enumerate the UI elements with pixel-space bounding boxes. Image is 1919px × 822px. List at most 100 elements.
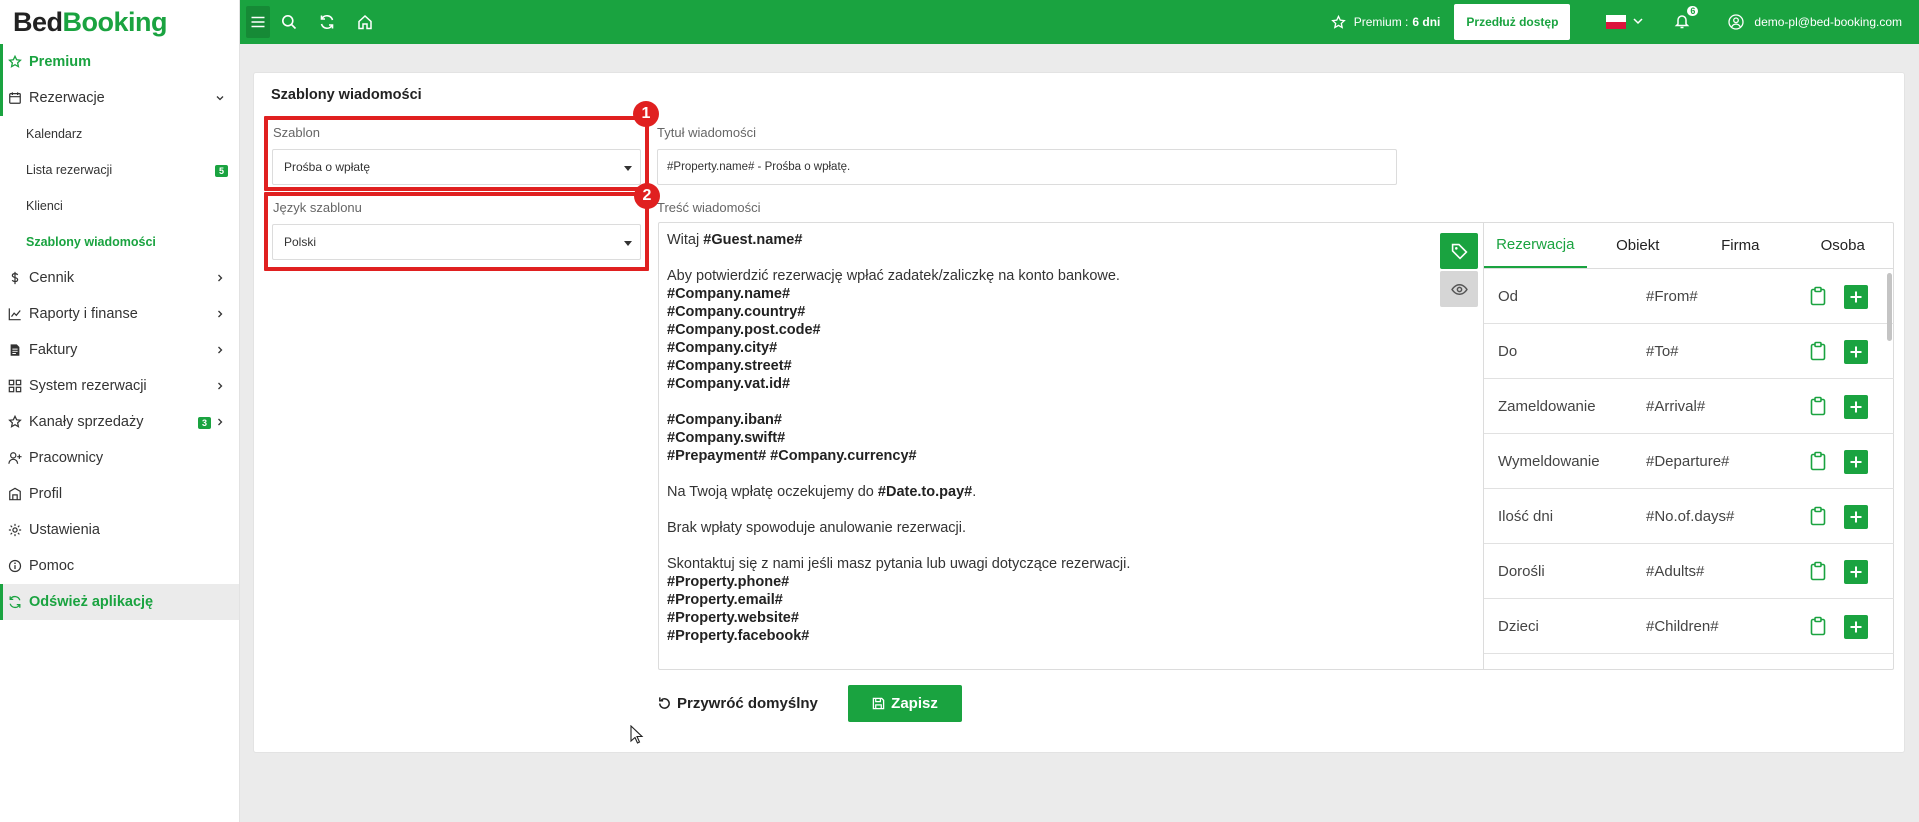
- insert-variable-plus-button[interactable]: [1844, 395, 1868, 419]
- notifications-button[interactable]: 6: [1674, 5, 1699, 32]
- notifications-count-badge: 6: [1687, 5, 1699, 16]
- clipboard-icon[interactable]: [1809, 616, 1827, 636]
- search-icon: [282, 15, 297, 30]
- info-icon: [8, 559, 22, 573]
- search-button[interactable]: [270, 0, 308, 44]
- variable-name: Wymeldowanie: [1498, 452, 1600, 470]
- sidebar-item-label: Premium: [29, 54, 92, 70]
- greeting-text: Witaj: [667, 232, 704, 248]
- refresh-icon: [320, 14, 334, 30]
- clipboard-icon[interactable]: [1809, 561, 1827, 581]
- sidebar-item-help[interactable]: Pomoc: [0, 548, 239, 584]
- message-body-textarea[interactable]: Witaj #Guest.name# Aby potwierdzić rezer…: [667, 231, 1307, 663]
- company-block: Aby potwierdzić rezerwację wpłać zadatek…: [667, 267, 1307, 393]
- sidebar-subitem-message-templates[interactable]: Szablony wiadomości: [0, 224, 239, 260]
- preview-button[interactable]: [1440, 271, 1478, 307]
- variable-token: #Company.iban#: [667, 412, 782, 428]
- sidebar-subitem-label: Szablony wiadomości: [26, 235, 156, 249]
- pay-info-text: Aby potwierdzić rezerwację wpłać zadatek…: [667, 268, 1120, 284]
- variable-row: Od #From#: [1484, 269, 1894, 324]
- tab-property[interactable]: Obiekt: [1587, 223, 1690, 268]
- clipboard-icon[interactable]: [1809, 341, 1827, 361]
- sidebar-item-profile[interactable]: Profil: [0, 476, 239, 512]
- count-badge: 3: [197, 417, 211, 429]
- sidebar-item-reservations[interactable]: Rezerwacje: [0, 80, 239, 116]
- clipboard-icon[interactable]: [1809, 396, 1827, 416]
- home-button[interactable]: [346, 0, 384, 44]
- variable-code: #Children#: [1646, 617, 1719, 635]
- sidebar-item-reports[interactable]: Raporty i finanse: [0, 296, 239, 332]
- insert-variable-plus-button[interactable]: [1844, 505, 1868, 529]
- insert-variable-plus-button[interactable]: [1844, 285, 1868, 309]
- subject-input[interactable]: #Property.name# - Prośba o wpłatę.: [657, 149, 1397, 185]
- variable-name: Ilość dni: [1498, 507, 1554, 525]
- extend-access-button[interactable]: Przedłuż dostęp: [1454, 4, 1571, 40]
- sidebar-item-label: Raporty i finanse: [29, 306, 138, 322]
- hamburger-icon: [251, 16, 265, 28]
- insert-variable-plus-button[interactable]: [1844, 340, 1868, 364]
- star-icon: [8, 415, 22, 429]
- sidebar-item-label: Pomoc: [29, 558, 75, 574]
- building-icon: [8, 487, 22, 501]
- variable-token: #Property.phone#: [667, 574, 790, 590]
- sidebar-item-settings[interactable]: Ustawienia: [0, 512, 239, 548]
- insert-variable-plus-button[interactable]: [1844, 560, 1868, 584]
- variable-code: #To#: [1646, 342, 1679, 360]
- subject-label: Tytuł wiadomości: [657, 125, 756, 140]
- tag-icon: [1451, 243, 1468, 260]
- variable-name: Od: [1498, 287, 1519, 305]
- sidebar-item-refresh-app[interactable]: Odśwież aplikację: [0, 584, 239, 620]
- user-menu[interactable]: demo-pl@bed-booking.com: [1728, 14, 1902, 30]
- variable-token: #Company.name#: [667, 286, 791, 302]
- floppy-disk-icon: [872, 697, 885, 710]
- tab-reservation[interactable]: Rezerwacja: [1484, 223, 1587, 268]
- insert-variable-plus-button[interactable]: [1844, 450, 1868, 474]
- sidebar-item-label: Kanały sprzedaży: [29, 414, 144, 430]
- restore-default-button[interactable]: Przywróć domyślny: [657, 685, 818, 721]
- variable-token: #Company.swift#: [667, 430, 786, 446]
- variable-token: #Property.facebook#: [667, 628, 810, 644]
- tab-person[interactable]: Osoba: [1792, 223, 1895, 268]
- logo[interactable]: Bed Booking: [0, 0, 239, 44]
- clipboard-icon[interactable]: [1809, 451, 1827, 471]
- premium-label: Premium :: [1353, 15, 1409, 29]
- variable-name: Dorośli: [1498, 562, 1545, 580]
- variable-token: #Company.vat.id#: [667, 376, 791, 392]
- undo-icon: [659, 696, 670, 709]
- insert-variable-plus-button[interactable]: [1844, 615, 1868, 639]
- chevron-down-icon: [1632, 15, 1644, 30]
- language-selector[interactable]: [1606, 15, 1644, 30]
- chart-line-icon: [8, 307, 22, 321]
- insert-variable-button[interactable]: [1440, 233, 1478, 269]
- variable-token: #Company.currency#: [770, 448, 917, 464]
- tab-company[interactable]: Firma: [1689, 223, 1792, 268]
- sidebar-item-label: Cennik: [29, 270, 75, 286]
- sidebar-item-premium[interactable]: Premium: [0, 44, 239, 80]
- menu-toggle-button[interactable]: [246, 6, 270, 38]
- variable-code: #Arrival#: [1646, 397, 1706, 415]
- save-button[interactable]: Zapisz: [848, 685, 962, 722]
- clipboard-icon[interactable]: [1809, 506, 1827, 526]
- sidebar-item-employees[interactable]: Pracownicy: [0, 440, 239, 476]
- greeting-line: Witaj #Guest.name#: [667, 231, 1307, 249]
- variable-row: Dzieci #Children#: [1484, 599, 1894, 654]
- variables-scrollbar[interactable]: [1887, 269, 1892, 669]
- sidebar-subitem-reservation-list[interactable]: Lista rezerwacji 5: [0, 152, 239, 188]
- sidebar-subitem-calendar[interactable]: Kalendarz: [0, 116, 239, 152]
- variable-token: #Company.street#: [667, 358, 792, 374]
- scrollbar-thumb[interactable]: [1887, 273, 1892, 341]
- variable-row: Do #To#: [1484, 324, 1894, 379]
- sidebar-item-booking-system[interactable]: System rezerwacji: [0, 368, 239, 404]
- sidebar-item-label: Faktury: [29, 342, 78, 358]
- mouse-cursor-icon: [630, 725, 644, 744]
- sidebar-item-invoices[interactable]: Faktury: [0, 332, 239, 368]
- home-icon: [358, 14, 372, 30]
- sidebar-item-pricing[interactable]: Cennik: [0, 260, 239, 296]
- sidebar-subitem-clients[interactable]: Klienci: [0, 188, 239, 224]
- sidebar-item-sales-channels[interactable]: Kanały sprzedaży 3: [0, 404, 239, 440]
- sidebar-item-label: Odśwież aplikację: [29, 594, 154, 610]
- sidebar: Bed Booking Premium Rezerwacje Kalendarz …: [0, 0, 240, 822]
- clipboard-icon[interactable]: [1809, 286, 1827, 306]
- refresh-icon: [8, 595, 22, 609]
- refresh-button[interactable]: [308, 0, 346, 44]
